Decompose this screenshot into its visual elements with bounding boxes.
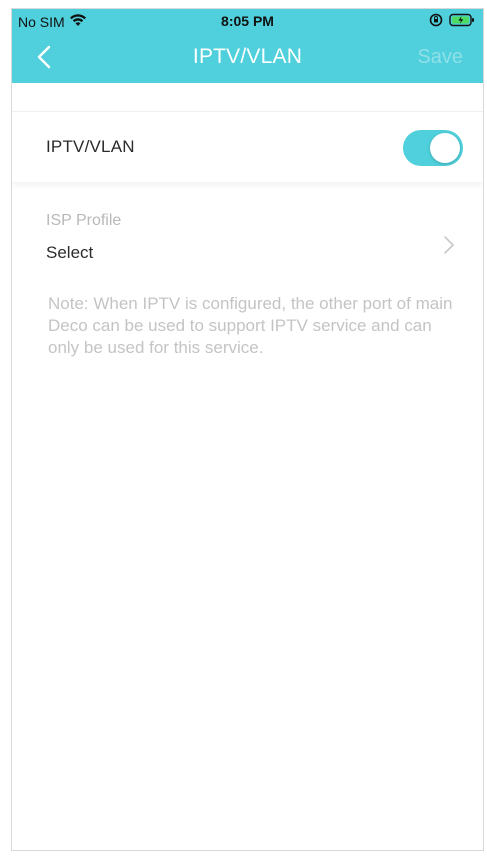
isp-profile-row[interactable]: ISP Profile Select (12, 182, 483, 270)
page-title: IPTV/VLAN (192, 45, 303, 68)
section-spacer (12, 83, 483, 111)
isp-profile-title: ISP Profile (46, 212, 122, 229)
iptv-vlan-toggle[interactable] (403, 130, 463, 166)
status-bar: No SIM 8:05 PM (12, 9, 483, 33)
navigation-bar: IPTV/VLAN Save (12, 33, 483, 83)
status-time: 8:05 PM (221, 13, 274, 29)
iptv-vlan-row: IPTV/VLAN (12, 111, 483, 182)
app-screen: No SIM 8:05 PM IPTV/VLAN Save IPTV/VLAN … (11, 8, 484, 851)
chevron-right-icon (444, 236, 454, 254)
iptv-note-text: Note: When IPTV is configured, the other… (48, 294, 453, 357)
battery-charging-icon (449, 13, 475, 30)
top-bar: No SIM 8:05 PM IPTV/VLAN Save (12, 9, 483, 83)
save-button[interactable]: Save (417, 46, 463, 69)
orientation-lock-icon (429, 13, 443, 30)
status-right (429, 13, 475, 30)
iptv-vlan-label: IPTV/VLAN (46, 137, 135, 156)
toggle-knob (430, 133, 460, 163)
isp-profile-value: Select (46, 243, 94, 262)
